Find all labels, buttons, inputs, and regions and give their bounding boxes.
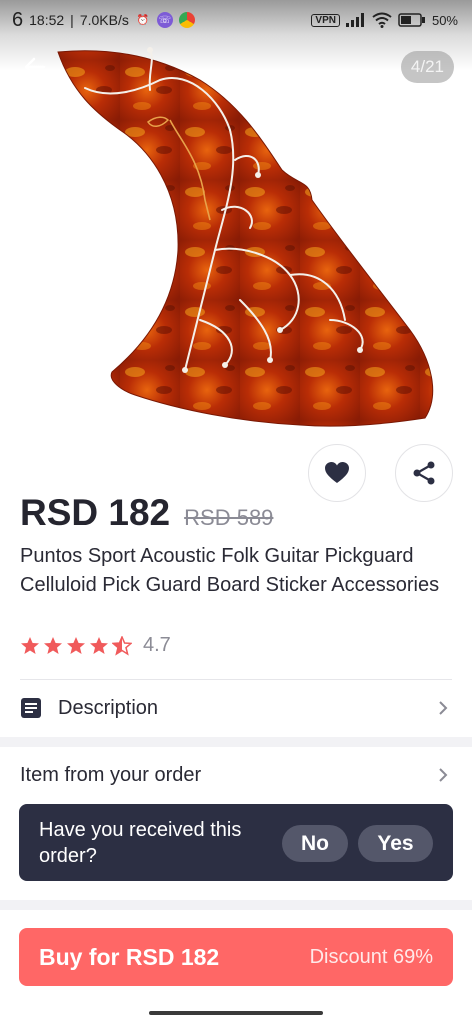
viber-icon: ☏ [156, 12, 173, 28]
section-separator [0, 737, 472, 747]
section-separator [0, 900, 472, 910]
buy-label: Buy for RSD 182 [39, 943, 220, 970]
back-button[interactable] [20, 52, 50, 82]
battery-icon [398, 13, 425, 27]
alarm-icon: ⏰ [136, 14, 150, 26]
status-left: 6 18:52 | 7.0KB/s ⏰ ☏ [12, 9, 195, 32]
battery-percent: 50% [431, 12, 458, 28]
order-item-row[interactable]: Item from your order [20, 756, 452, 794]
vpn-icon: VPN [311, 13, 340, 27]
no-button[interactable]: No [282, 825, 348, 862]
signal-icon [345, 13, 364, 27]
rating: 4.7 [20, 634, 171, 657]
received-question: Have you received this order? [39, 818, 242, 867]
discount-label: Discount 69% [309, 945, 433, 968]
arrow-left-icon [24, 57, 46, 77]
current-price: RSD 182 [20, 492, 171, 533]
status-separator: | [70, 12, 74, 28]
star-icon [90, 636, 108, 654]
yes-button[interactable]: Yes [358, 825, 433, 862]
description-label: Description [58, 696, 159, 719]
status-bar: 6 18:52 | 7.0KB/s ⏰ ☏ VPN 50% [0, 0, 472, 40]
status-digit: 6 [12, 8, 24, 31]
order-item-label: Item from your order [20, 763, 202, 786]
share-icon [413, 461, 435, 485]
half-star-icon [112, 635, 132, 656]
chevron-right-icon [439, 701, 448, 715]
document-icon [21, 698, 41, 718]
original-price: RSD 589 [184, 505, 274, 530]
chevron-right-icon [439, 768, 448, 782]
favorite-button[interactable] [308, 444, 366, 502]
description-row[interactable]: Description [20, 688, 452, 728]
star-icon [67, 636, 85, 654]
star-icon [44, 636, 62, 654]
share-button[interactable] [395, 444, 453, 502]
status-net-speed: 7.0KB/s [79, 12, 129, 28]
order-received-card: Have you received this order? No Yes [19, 804, 453, 881]
image-counter: 4/21 [400, 51, 454, 83]
product-title: Puntos Sport Acoustic Folk Guitar Pickgu… [20, 545, 440, 596]
home-indicator[interactable] [149, 1011, 323, 1015]
status-time: 18:52 [29, 12, 65, 28]
chrome-icon [178, 12, 195, 28]
buy-button[interactable]: Buy for RSD 182 Discount 69% [19, 928, 453, 986]
rating-value: 4.7 [143, 634, 171, 656]
star-icon [21, 636, 39, 654]
price-row: RSD 182 RSD 589 [20, 492, 273, 534]
divider [20, 679, 452, 680]
heart-icon [325, 462, 349, 483]
status-right: VPN 50% [311, 12, 458, 28]
wifi-icon [372, 12, 392, 28]
